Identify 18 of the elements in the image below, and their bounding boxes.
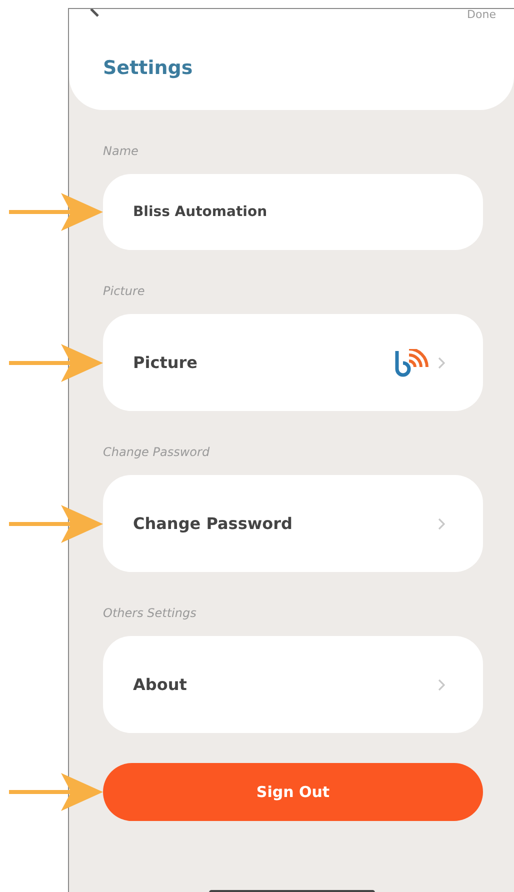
settings-item[interactable]: About bbox=[103, 636, 483, 733]
arrow-icon bbox=[9, 504, 103, 542]
chevron-right-icon bbox=[438, 518, 445, 530]
section-label: Others Settings bbox=[103, 606, 198, 622]
chevron-right-icon bbox=[438, 678, 445, 690]
page-title: Settings bbox=[103, 57, 194, 79]
section-label: Name bbox=[103, 144, 140, 160]
back-icon[interactable] bbox=[89, 9, 101, 17]
section-label: Change Password bbox=[103, 445, 211, 461]
arrow-icon bbox=[9, 344, 103, 382]
arrow-icon bbox=[9, 773, 103, 811]
chevron-right-icon bbox=[438, 356, 445, 368]
section-label: Picture bbox=[103, 284, 146, 300]
name-field[interactable]: Bliss Automation bbox=[103, 174, 483, 250]
settings-item[interactable]: Change Password bbox=[103, 475, 483, 572]
arrow-icon bbox=[9, 193, 103, 231]
logo-icon bbox=[394, 348, 430, 376]
settings-item[interactable]: Picture bbox=[103, 314, 483, 411]
